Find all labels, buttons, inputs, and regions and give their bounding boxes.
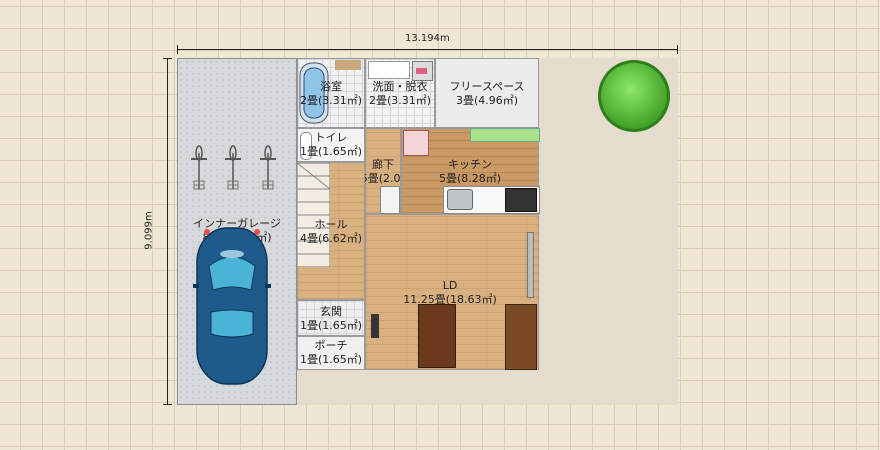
bicycle-icon[interactable]: [257, 145, 279, 195]
ld-label: LD 11.25畳(18.63㎡): [380, 279, 520, 307]
hall-label: ホール 4畳(6.62㎡): [297, 218, 365, 246]
washroom-label: 洗面・脱衣 2畳(3.31㎡): [365, 80, 435, 108]
car-icon[interactable]: [193, 226, 271, 386]
porch-label: ポーチ 1畳(1.65㎡): [297, 339, 365, 367]
height-dimension-tick-top: [163, 58, 172, 59]
washbasin-icon[interactable]: [368, 61, 410, 79]
hall-area: 4畳(6.62㎡): [299, 232, 363, 245]
kitchen-shelf: [470, 128, 540, 142]
chair-icon[interactable]: [371, 314, 379, 338]
width-dimension-label: 13.194m: [405, 33, 450, 44]
bath-name: 浴室: [320, 80, 342, 93]
entrance-name: 玄関: [320, 305, 342, 318]
tv-board: [527, 232, 534, 298]
tree-icon[interactable]: [594, 58, 674, 134]
height-dimension-label: 9.099m: [143, 211, 155, 250]
staircase-icon[interactable]: [297, 163, 330, 267]
width-dimension-line: [177, 49, 677, 50]
stove-icon[interactable]: [505, 188, 537, 212]
shoe-cabinet: [380, 186, 400, 214]
width-dimension-tick-right: [677, 45, 678, 54]
width-dimension-tick-left: [177, 45, 178, 54]
toilet-area: 1畳(1.65㎡): [299, 145, 363, 158]
ld-name: LD: [442, 279, 458, 292]
toilet-label: トイレ 1畳(1.65㎡): [297, 131, 365, 159]
bath-fixture: [335, 60, 361, 70]
toilet-name: トイレ: [314, 131, 348, 144]
porch-name: ポーチ: [314, 339, 348, 352]
refrigerator-icon[interactable]: [403, 130, 429, 156]
free-space-area: 3畳(4.96㎡): [455, 94, 519, 107]
entrance-area: 1畳(1.65㎡): [299, 319, 363, 332]
free-space-name: フリースペース: [449, 80, 525, 93]
sink-icon[interactable]: [447, 189, 473, 210]
ld-area: 11.25畳(18.63㎡): [403, 293, 497, 306]
height-dimension-line: [167, 58, 168, 405]
dining-table-icon[interactable]: [418, 304, 456, 368]
kitchen-name: キッチン: [448, 158, 492, 171]
bath-area: 2畳(3.31㎡): [299, 94, 363, 107]
washroom-area: 2畳(3.31㎡): [368, 94, 432, 107]
porch-area: 1畳(1.65㎡): [299, 353, 363, 366]
kitchen-area: 5畳(8.28㎡): [438, 172, 502, 185]
hall-name: ホール: [314, 218, 348, 231]
entrance-label: 玄関 1畳(1.65㎡): [297, 305, 365, 333]
height-dimension-tick-bottom: [163, 404, 172, 405]
bicycle-icon[interactable]: [222, 145, 244, 195]
washing-machine-door: [416, 68, 427, 74]
sofa-icon[interactable]: [505, 304, 537, 370]
free-space-label: フリースペース 3畳(4.96㎡): [435, 80, 539, 108]
bath-label: 浴室 2畳(3.31㎡): [297, 80, 365, 108]
bicycle-icon[interactable]: [188, 145, 210, 195]
washroom-name: 洗面・脱衣: [372, 80, 428, 93]
kitchen-label: キッチン 5畳(8.28㎡): [420, 158, 520, 186]
